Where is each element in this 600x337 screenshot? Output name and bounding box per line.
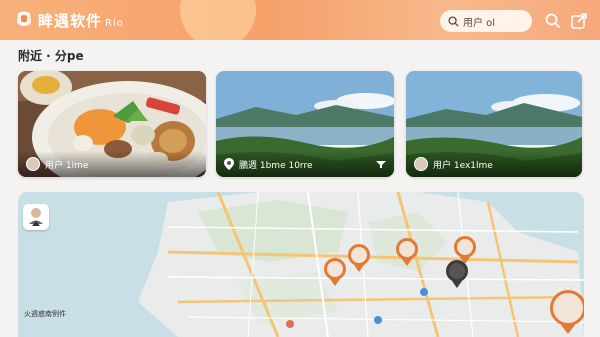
map-poi-marker[interactable]: [374, 316, 382, 324]
search-value: 用户 ol: [463, 17, 496, 29]
share-icon[interactable]: [570, 12, 588, 30]
app-logo-icon[interactable]: [14, 10, 34, 30]
app-title-suffix: Rio: [105, 18, 124, 29]
nearby-card-landscape[interactable]: 用户 1ex1lme: [406, 71, 582, 177]
avatar: [26, 157, 40, 171]
map-user-pin[interactable]: [324, 258, 346, 286]
map-view[interactable]: 火週惑南例件: [18, 192, 584, 337]
nearby-card-food[interactable]: 用户 1lme: [18, 71, 206, 177]
map-poi-marker[interactable]: [286, 320, 294, 328]
avatar-filter-icon: [29, 208, 43, 226]
card-caption: 用户 1ex1lme: [433, 160, 493, 171]
avatar: [414, 157, 428, 171]
location-pin-icon: [224, 158, 234, 170]
nearby-card-landscape[interactable]: 鵬週 1bme 10rre: [216, 71, 394, 177]
search-icon: [448, 15, 459, 27]
map-canvas: [18, 192, 584, 337]
map-current-user-pin[interactable]: [550, 290, 584, 334]
search-input[interactable]: 用户 ol: [440, 10, 532, 32]
app-title-text: 眸遇软件: [38, 12, 103, 30]
filter-icon[interactable]: [376, 160, 386, 168]
card-caption: 鵬週 1bme 10rre: [239, 160, 313, 171]
app-title: 眸遇软件 Rio: [38, 10, 124, 31]
map-user-pin[interactable]: [454, 236, 476, 264]
map-user-pin[interactable]: [348, 244, 370, 272]
map-label: 火週惑南例件: [24, 310, 66, 318]
section-title: 附近 · 分pe: [18, 49, 84, 63]
card-footer: 用户 1lme: [18, 151, 206, 177]
map-place-pin[interactable]: [446, 260, 468, 288]
card-footer: 鵬週 1bme 10rre: [216, 151, 394, 177]
map-poi-marker[interactable]: [420, 288, 428, 296]
header-decoration: [180, 0, 256, 40]
card-footer: 用户 1ex1lme: [406, 151, 582, 177]
filter-button[interactable]: [23, 204, 49, 230]
card-caption: 用户 1lme: [45, 160, 89, 171]
app-header: 眸遇软件 Rio 用户 ol: [0, 0, 600, 40]
search-icon[interactable]: [544, 12, 562, 30]
map-user-pin[interactable]: [396, 238, 418, 266]
